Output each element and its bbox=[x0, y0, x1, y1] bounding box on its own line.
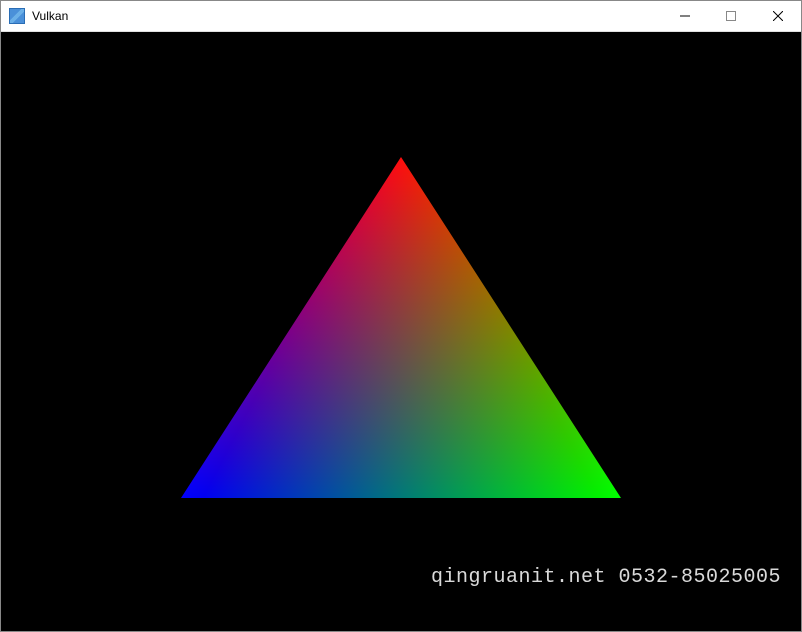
window-controls bbox=[662, 1, 801, 31]
application-window: Vulkan bbox=[0, 0, 802, 632]
watermark-text: qingruanit.net 0532-85025005 bbox=[431, 566, 781, 589]
vulkan-triangle bbox=[1, 32, 801, 631]
close-icon bbox=[773, 11, 783, 21]
minimize-icon bbox=[680, 11, 690, 21]
render-surface: qingruanit.net 0532-85025005 bbox=[1, 32, 801, 631]
close-button[interactable] bbox=[754, 1, 801, 31]
app-icon bbox=[9, 8, 25, 24]
maximize-button[interactable] bbox=[708, 1, 754, 31]
minimize-button[interactable] bbox=[662, 1, 708, 31]
triangle-render bbox=[1, 32, 801, 631]
window-title: Vulkan bbox=[32, 9, 68, 23]
maximize-icon bbox=[726, 11, 736, 21]
titlebar[interactable]: Vulkan bbox=[1, 1, 801, 32]
